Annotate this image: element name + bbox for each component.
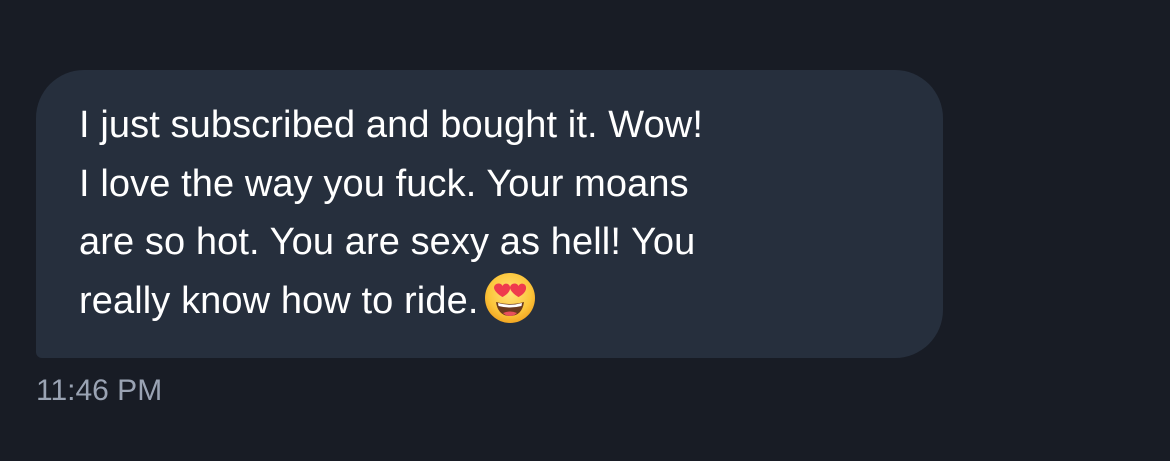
chat-screen: I just subscribed and bought it. Wow! I … — [0, 0, 1170, 461]
message-line: really know how to ride. — [79, 279, 479, 322]
heart-eyes-emoji-icon — [485, 273, 536, 324]
message-line: I love the way you fuck. Your moans — [79, 162, 689, 205]
message-text: I just subscribed and bought it. Wow! I … — [79, 96, 903, 330]
message-line: I just subscribed and bought it. Wow! — [79, 104, 704, 146]
message-line: are so hot. You are sexy as hell! You — [79, 221, 696, 263]
message-timestamp: 11:46 PM — [36, 374, 163, 407]
message-bubble[interactable]: I just subscribed and bought it. Wow! I … — [36, 70, 943, 358]
